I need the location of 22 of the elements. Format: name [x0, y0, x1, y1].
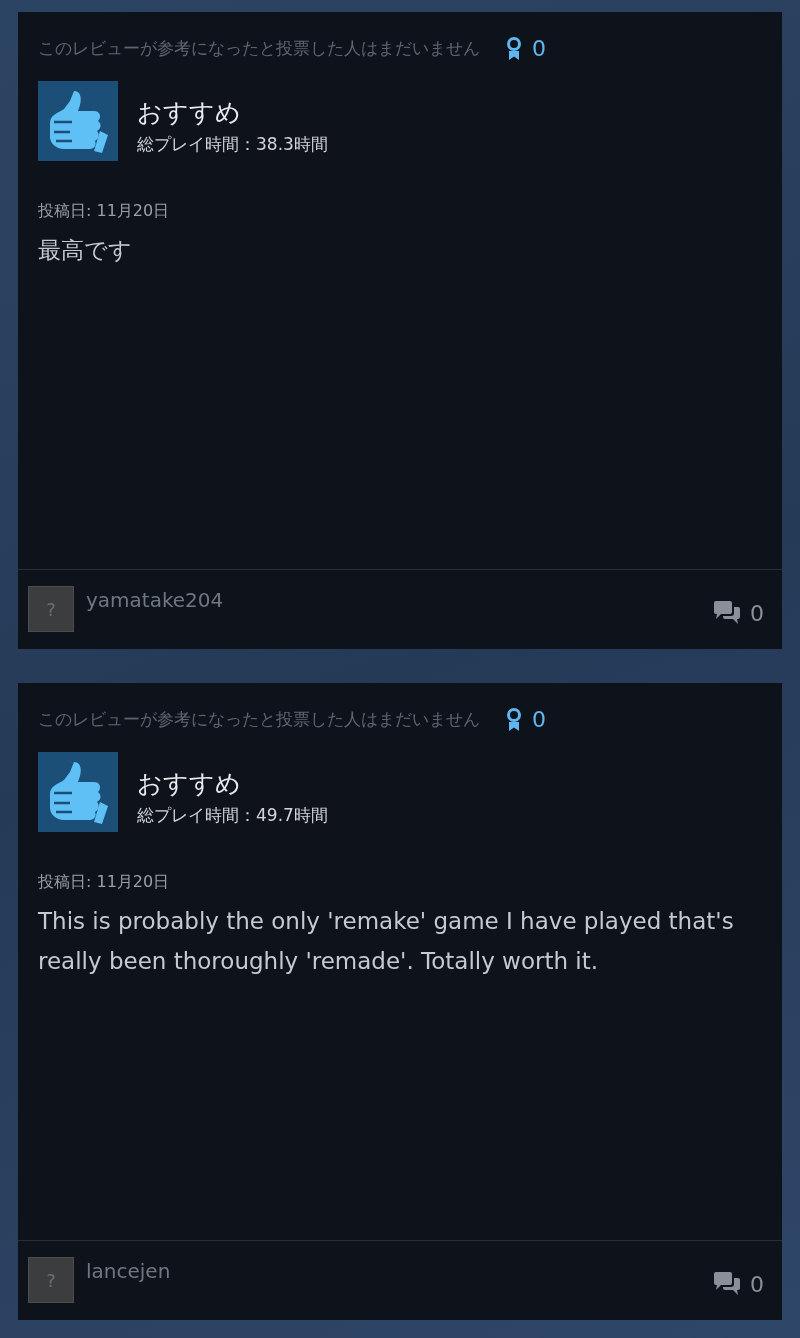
- comment-bubbles-icon[interactable]: [712, 600, 742, 626]
- playtime-text: 総プレイ時間：38.3時間: [137, 133, 328, 156]
- verdict-label: おすすめ: [137, 97, 242, 129]
- review-text: This is probably the only 'remake' game I have played that's really been thoroughly 'remade'. Totally worth it.: [38, 907, 735, 976]
- posted-date: 投稿日: 11月20日: [38, 872, 170, 893]
- review-text: 最高です: [38, 236, 133, 265]
- award-ribbon-icon[interactable]: [506, 36, 522, 61]
- playtime-text: 総プレイ時間：49.7時間: [137, 804, 328, 827]
- avatar-placeholder[interactable]: ?: [28, 586, 74, 632]
- award-ribbon-icon[interactable]: [506, 707, 522, 732]
- posted-date: 投稿日: 11月20日: [38, 201, 170, 222]
- award-count: 0: [532, 36, 546, 61]
- comment-count: 0: [750, 601, 764, 626]
- avatar-placeholder[interactable]: ?: [28, 1257, 74, 1303]
- comment-bubbles-icon[interactable]: [712, 1271, 742, 1297]
- award-count: 0: [532, 707, 546, 732]
- helpful-votes-text: このレビューが参考になったと投票した人はまだいません: [38, 37, 480, 60]
- helpful-votes-text: このレビューが参考になったと投票した人はまだいません: [38, 708, 480, 731]
- comment-count: 0: [750, 1272, 764, 1297]
- verdict-label: おすすめ: [137, 768, 242, 800]
- author-name[interactable]: lancejen: [86, 1259, 171, 1283]
- author-name[interactable]: yamatake204: [86, 588, 224, 612]
